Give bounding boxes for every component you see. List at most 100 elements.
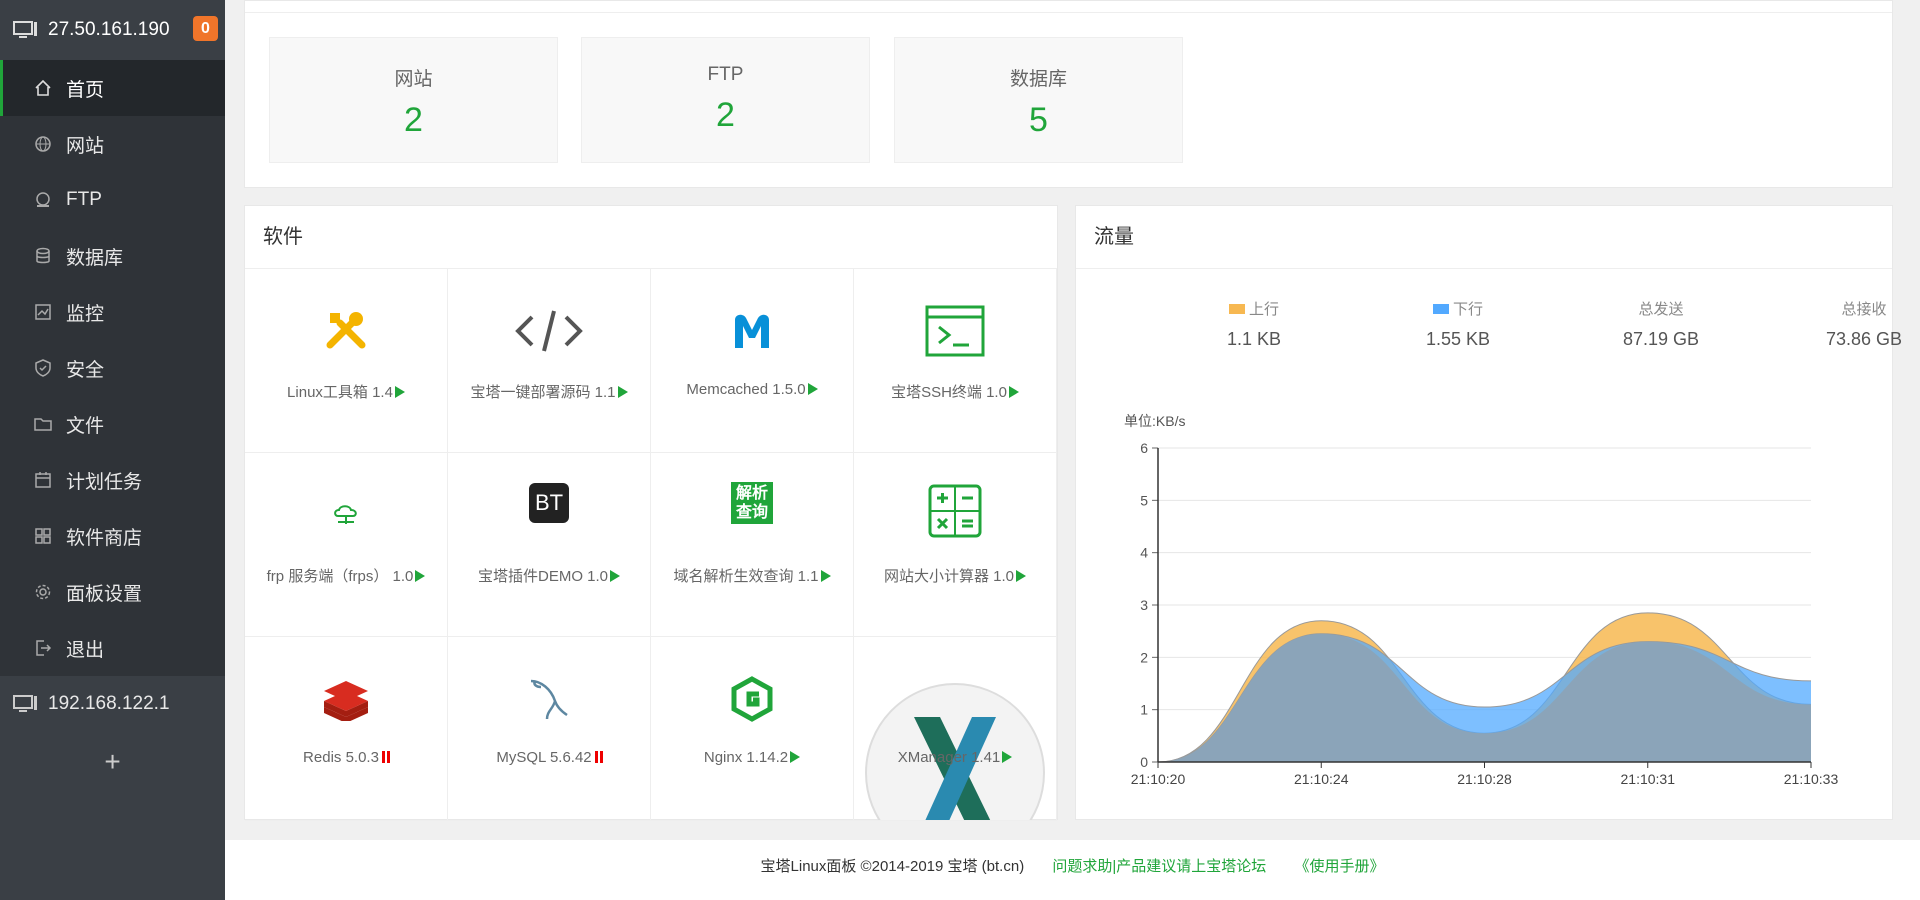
- software-item[interactable]: Nginx 1.14.2: [651, 637, 854, 821]
- menu-item-ftp[interactable]: FTP: [0, 172, 225, 228]
- download-swatch: [1432, 304, 1449, 314]
- menu-item-logout[interactable]: 退出: [0, 620, 225, 676]
- software-name: 宝塔SSH终端 1.0: [891, 384, 1007, 401]
- software-item[interactable]: 网站大小计算器 1.0: [854, 453, 1057, 637]
- menu-label: 软件商店: [66, 527, 143, 549]
- y-tick-label: 2: [1140, 649, 1148, 665]
- x-tick-label: 21:10:28: [1457, 771, 1512, 787]
- stat-ftp[interactable]: FTP 2: [581, 37, 870, 163]
- redis-icon: [324, 681, 368, 721]
- software-item[interactable]: MySQL 5.6.42: [448, 637, 651, 821]
- menu-label: 首页: [66, 79, 105, 101]
- menu-item-home[interactable]: 首页: [0, 60, 225, 116]
- nginx-icon: [731, 676, 773, 722]
- play-icon[interactable]: [820, 570, 831, 582]
- play-icon[interactable]: [415, 570, 426, 582]
- menu-label: 网站: [66, 135, 105, 157]
- download-value: 1.55 KB: [1425, 329, 1491, 349]
- forum-link[interactable]: 问题求助|产品建议请上宝塔论坛: [1052, 858, 1266, 875]
- play-icon[interactable]: [1008, 386, 1019, 398]
- menu-label: 监控: [66, 303, 105, 325]
- traffic-title: 流量: [1076, 206, 1892, 269]
- tools-icon: [326, 312, 366, 349]
- play-icon[interactable]: [610, 570, 621, 582]
- menu-label: 面板设置: [66, 583, 143, 605]
- dns-icon-text: 查询: [735, 504, 768, 521]
- y-axis-title: 单位:KB/s: [1124, 413, 1185, 429]
- overview-panel: 网站 2 FTP 2 数据库 5: [244, 0, 1893, 188]
- software-name: Memcached 1.5.0: [686, 381, 806, 398]
- total-sent-value: 87.19 GB: [1622, 329, 1700, 349]
- pause-icon[interactable]: [381, 751, 385, 763]
- software-item[interactable]: Redis 5.0.3: [245, 637, 448, 821]
- calendar-icon: [35, 472, 51, 488]
- y-tick-label: 1: [1140, 702, 1148, 718]
- software-item[interactable]: XManager 1.41: [854, 637, 1057, 821]
- bt-icon: BT: [529, 483, 569, 523]
- software-item[interactable]: Memcached 1.5.0: [651, 269, 854, 453]
- ftp-icon: [36, 192, 50, 207]
- server2-ip: 192.168.122.1: [48, 693, 170, 714]
- software-item[interactable]: BT 宝塔插件DEMO 1.0: [448, 453, 651, 637]
- software-panel: 软件 Linux工具箱 1.4 宝塔一键部署源码 1.1 Memcached 1…: [244, 205, 1058, 821]
- menu-item-database[interactable]: 数据库: [0, 228, 225, 284]
- play-icon[interactable]: [394, 386, 405, 398]
- menu-item-monitor[interactable]: 监控: [0, 284, 225, 340]
- sidebar: 27.50.161.190 0 首页 网站 FTP 数据库 监控 安全 文件 计…: [0, 0, 225, 900]
- monitor-chart-icon: [35, 304, 51, 320]
- code-icon: [515, 310, 583, 352]
- pause-icon[interactable]: [594, 751, 598, 763]
- stat-value: 2: [716, 96, 735, 134]
- menu-item-store[interactable]: 软件商店: [0, 508, 225, 564]
- stat-value: 2: [404, 101, 423, 139]
- stat-website[interactable]: 网站 2: [269, 37, 558, 163]
- menu-item-settings[interactable]: 面板设置: [0, 564, 225, 620]
- software-item[interactable]: 解析查询 域名解析生效查询 1.1: [651, 453, 854, 637]
- menu-item-security[interactable]: 安全: [0, 340, 225, 396]
- notification-badge[interactable]: 0: [193, 16, 218, 41]
- globe-icon: [35, 136, 51, 152]
- software-name: 域名解析生效查询 1.1: [673, 568, 819, 585]
- add-server-button[interactable]: +: [0, 732, 225, 792]
- total-received-label: 总接收: [1841, 301, 1887, 318]
- software-item[interactable]: Linux工具箱 1.4: [245, 269, 448, 453]
- logout-icon: [36, 640, 52, 656]
- database-icon: [36, 247, 50, 264]
- menu-label: 文件: [66, 415, 105, 437]
- stat-database[interactable]: 数据库 5: [894, 37, 1183, 163]
- play-icon[interactable]: [617, 386, 628, 398]
- monitor-icon: [13, 695, 37, 712]
- play-icon[interactable]: [1016, 570, 1027, 582]
- software-item[interactable]: 宝塔一键部署源码 1.1: [448, 269, 651, 453]
- menu-item-website[interactable]: 网站: [0, 116, 225, 172]
- folder-icon: [34, 418, 52, 431]
- traffic-chart: 单位:KB/s 0 1 2 3 4 5 6 21:10:20 21:10:24 21:10:28 21…: [1124, 413, 1839, 787]
- play-icon[interactable]: [1002, 751, 1013, 763]
- dns-icon: 解析 查询: [731, 482, 773, 524]
- manual-link[interactable]: 《使用手册》: [1294, 858, 1384, 875]
- upload-label: 上行: [1248, 301, 1279, 318]
- server-item-2[interactable]: 192.168.122.1: [0, 676, 225, 732]
- software-name: 宝塔一键部署源码 1.1: [470, 384, 616, 401]
- stat-label: 数据库: [1009, 69, 1067, 90]
- x-tick-label: 21:10:33: [1784, 771, 1839, 787]
- monitor-icon: [13, 21, 37, 38]
- play-icon[interactable]: [790, 751, 801, 763]
- dns-icon-text: 解析: [735, 485, 768, 502]
- y-tick-label: 5: [1140, 492, 1148, 508]
- menu-item-cron[interactable]: 计划任务: [0, 452, 225, 508]
- software-item[interactable]: frp 服务端（frps） 1.0: [245, 453, 448, 637]
- play-icon[interactable]: [807, 383, 818, 395]
- software-name: 网站大小计算器 1.0: [883, 568, 1015, 585]
- server-header[interactable]: 27.50.161.190: [0, 0, 225, 60]
- menu-item-files[interactable]: 文件: [0, 396, 225, 452]
- software-name: frp 服务端（frps） 1.0: [266, 568, 414, 585]
- software-name: MySQL 5.6.42: [496, 749, 592, 766]
- stat-label: 网站: [394, 69, 433, 90]
- upload-swatch: [1228, 304, 1245, 314]
- menu-label: 退出: [66, 639, 105, 661]
- y-tick-label: 4: [1140, 545, 1148, 561]
- y-tick-label: 3: [1140, 597, 1148, 613]
- memcached-icon: [730, 309, 774, 353]
- software-item[interactable]: 宝塔SSH终端 1.0: [854, 269, 1057, 453]
